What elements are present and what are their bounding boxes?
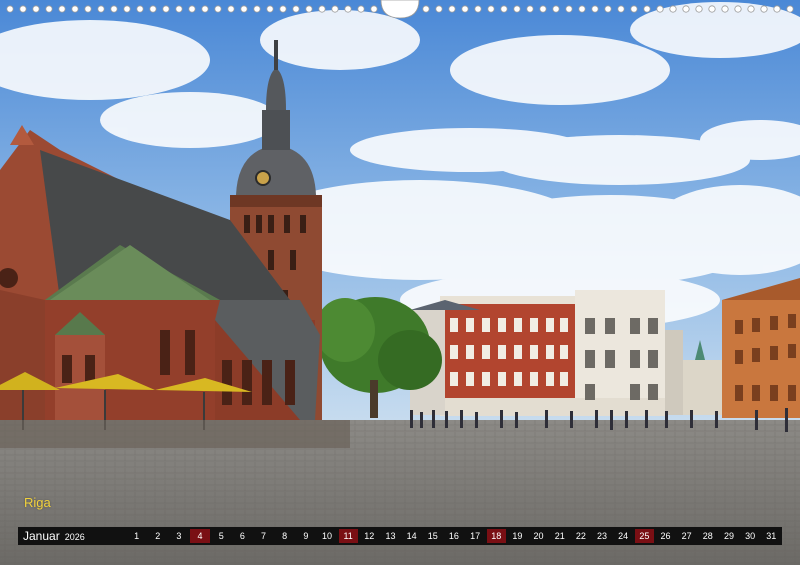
day-cell: 6 xyxy=(239,531,245,541)
day-cell: 20 xyxy=(533,531,544,541)
day-cell: 30 xyxy=(745,531,756,541)
day-cell: 15 xyxy=(427,531,438,541)
day-cell: 8 xyxy=(282,531,288,541)
red-building xyxy=(410,290,683,416)
day-cell: 1 xyxy=(134,531,140,541)
day-cell: 16 xyxy=(448,531,459,541)
day-cell: 12 xyxy=(364,531,375,541)
calendar-page: Riga Januar 2026 1 2 3 4 5 6 7 8 9 10 11 12 13 14 15 16… xyxy=(0,0,800,565)
day-cell: 7 xyxy=(261,531,267,541)
day-cell: 29 xyxy=(723,531,734,541)
day-cell-sunday: 11 xyxy=(338,529,358,543)
photo-caption: Riga xyxy=(24,495,51,510)
day-cell: 3 xyxy=(176,531,182,541)
day-cell: 21 xyxy=(554,531,565,541)
day-cell: 5 xyxy=(218,531,224,541)
day-cell: 26 xyxy=(660,531,671,541)
day-cell: 10 xyxy=(321,531,332,541)
calendar-binding xyxy=(6,0,794,19)
day-cell: 23 xyxy=(597,531,608,541)
day-cell-sunday: 4 xyxy=(190,529,210,543)
day-cell-sunday: 25 xyxy=(634,529,654,543)
month-label: Januar 2026 xyxy=(18,529,126,543)
day-cell: 31 xyxy=(766,531,777,541)
day-cell: 9 xyxy=(303,531,309,541)
day-cell: 19 xyxy=(512,531,523,541)
day-cells: 1 2 3 4 5 6 7 8 9 10 11 12 13 14 15 16 17 18 19 20 21 22 23 24 2… xyxy=(126,527,782,545)
hanger-notch xyxy=(380,0,420,19)
calendar-strip: Januar 2026 1 2 3 4 5 6 7 8 9 10 11 12 13 14 15 16 17 18 1… xyxy=(18,527,782,545)
day-cell: 14 xyxy=(406,531,417,541)
day-cell: 22 xyxy=(575,531,586,541)
day-cell: 27 xyxy=(681,531,692,541)
month-year: 2026 xyxy=(64,532,85,542)
riga-cathedral-square-photo xyxy=(0,0,800,565)
day-cell: 24 xyxy=(618,531,629,541)
day-cell: 13 xyxy=(385,531,396,541)
month-name: Januar xyxy=(23,529,60,543)
day-cell: 28 xyxy=(702,531,713,541)
day-cell: 17 xyxy=(470,531,481,541)
day-cell: 2 xyxy=(155,531,161,541)
day-cell-sunday: 18 xyxy=(486,529,506,543)
